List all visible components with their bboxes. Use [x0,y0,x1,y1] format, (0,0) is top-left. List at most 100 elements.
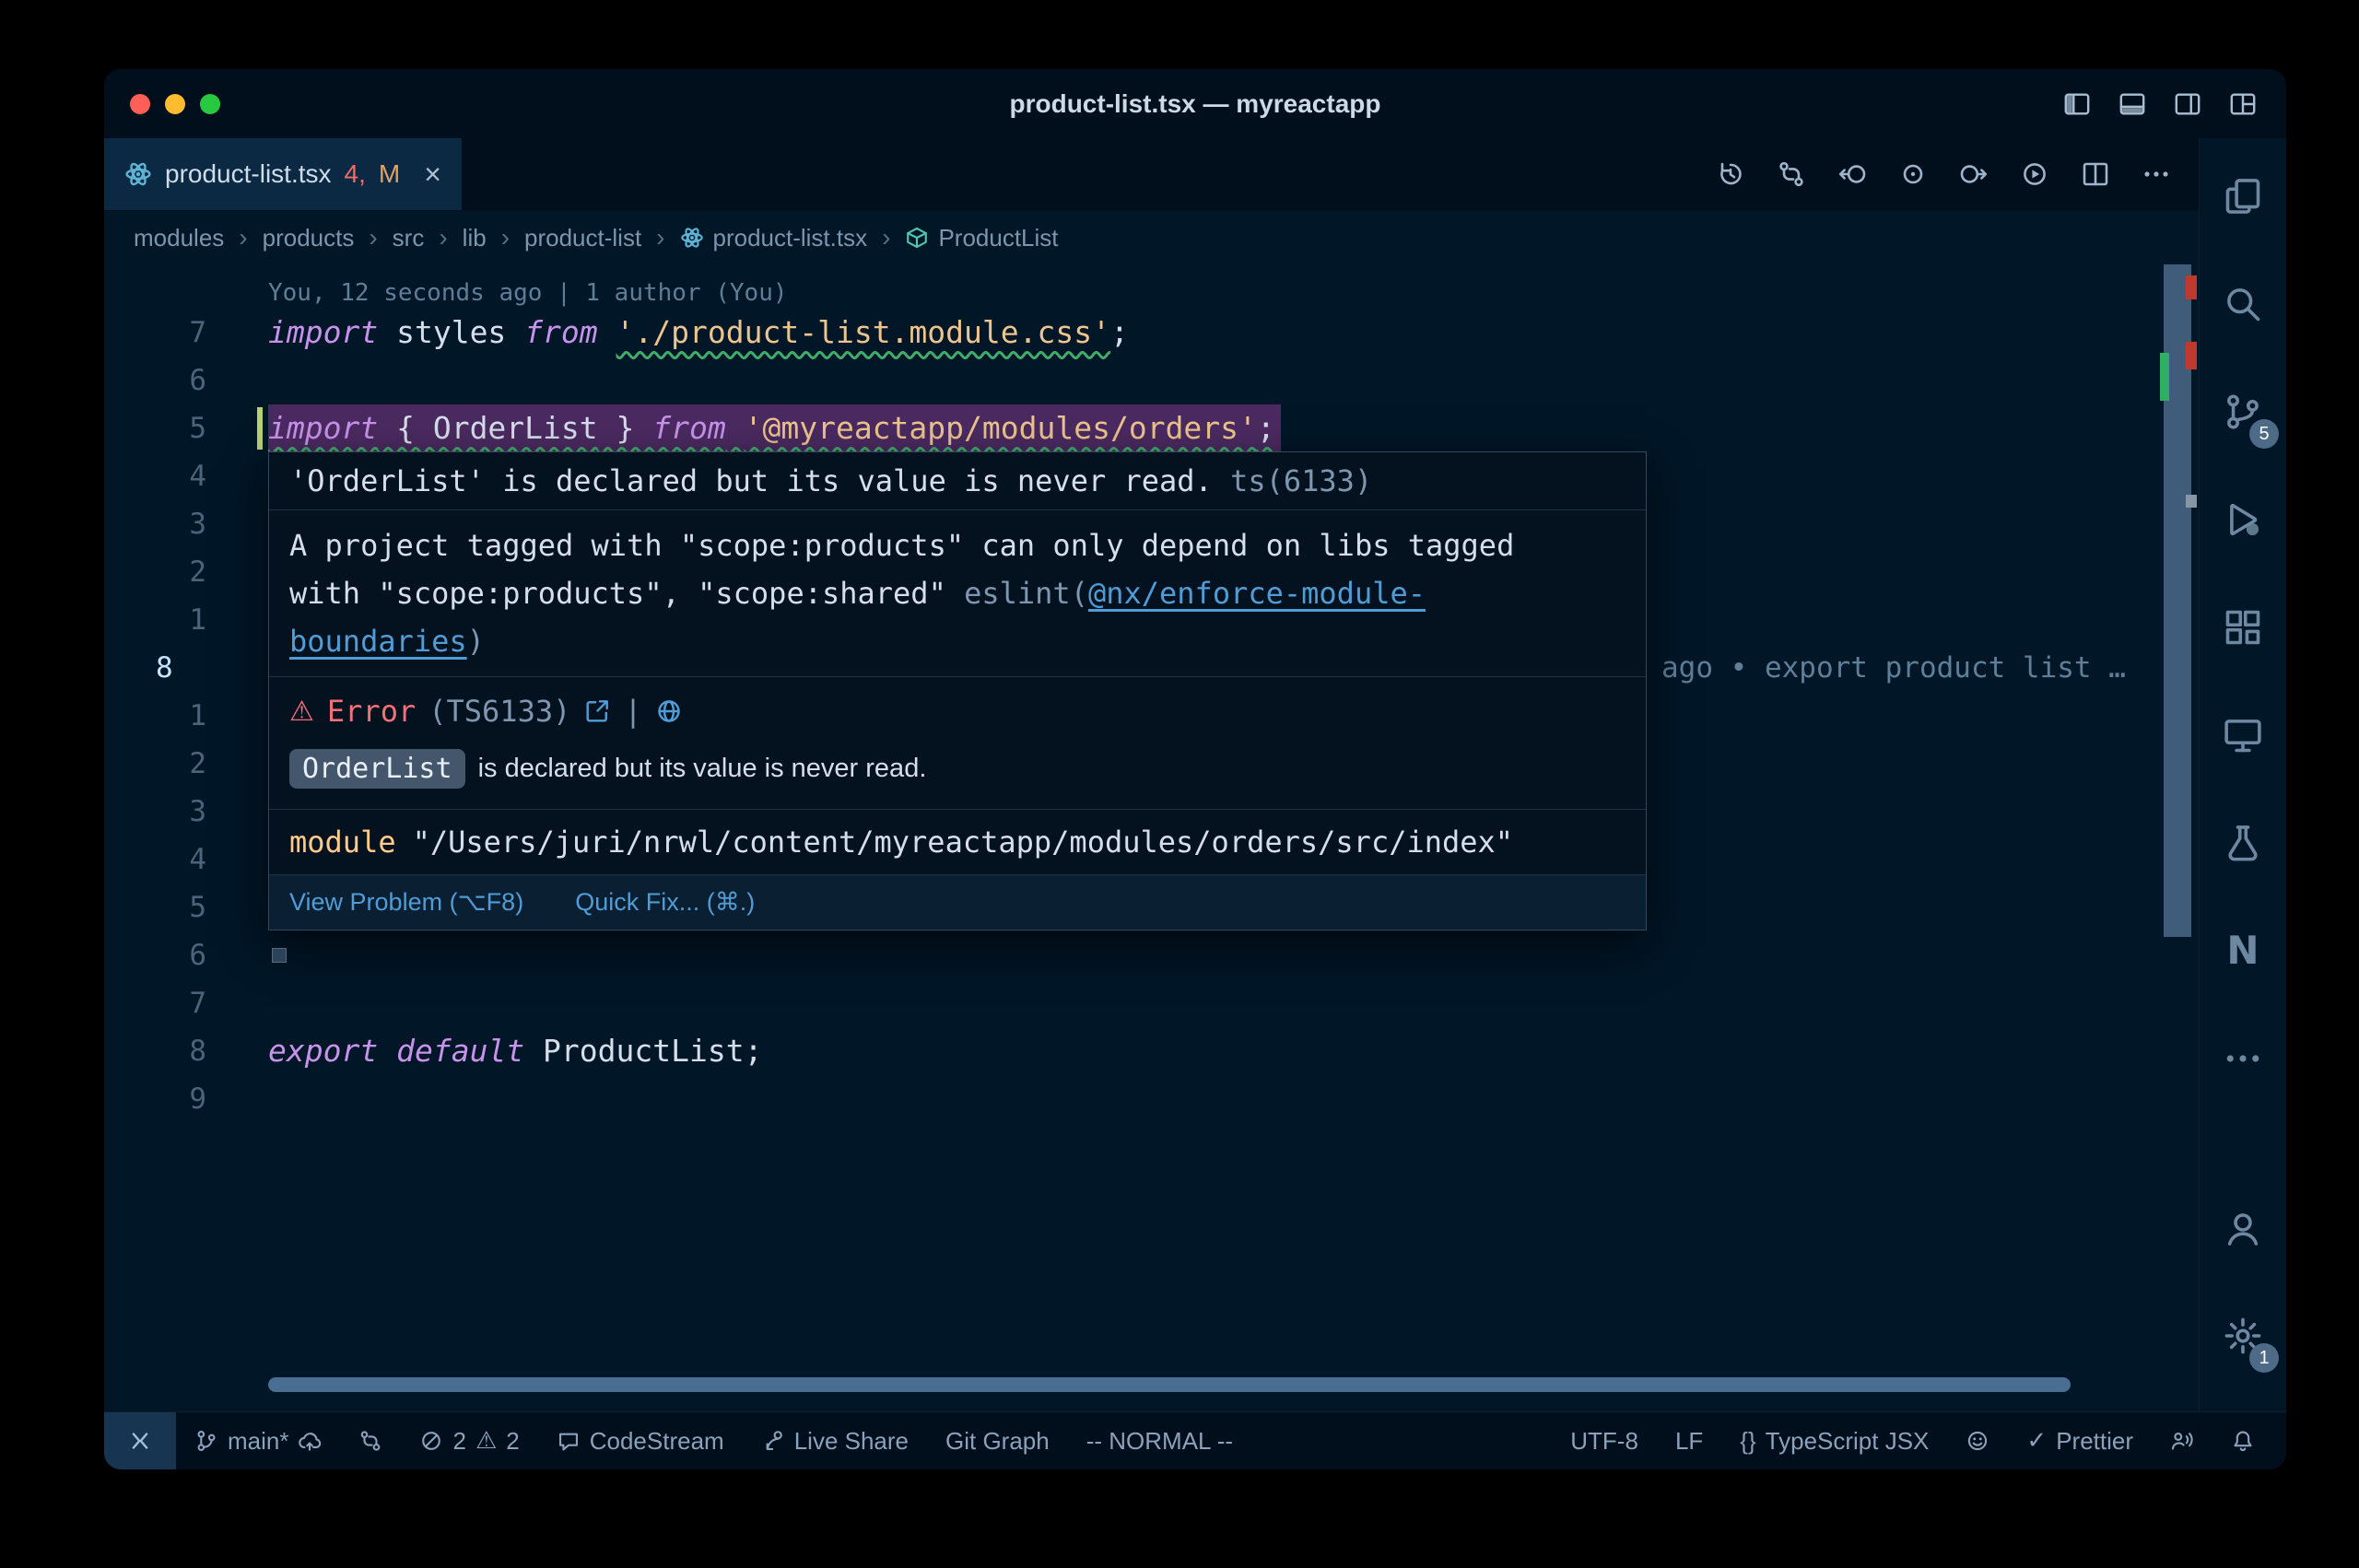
line-number[interactable]: 3 [104,500,261,548]
code-row[interactable]: 7import styles from './product-list.modu… [104,309,2199,357]
split-editor-icon[interactable] [2081,159,2110,189]
feedback-smiley-item[interactable] [1947,1429,2008,1453]
line-number[interactable]: 9 [104,1075,261,1123]
timeline-history-icon[interactable] [1716,159,1745,189]
nx-rule-link[interactable]: @nx/enforce-module- [1088,576,1426,611]
language-mode-item[interactable]: {} TypeScript JSX [1721,1427,1947,1456]
tab-modified-badge: M [379,159,400,189]
open-change-icon[interactable] [1898,159,1928,189]
codestream-item[interactable]: CodeStream [538,1427,743,1456]
breadcrumb-lib[interactable]: lib [463,224,487,252]
tab-problem-count: 4, [345,159,366,189]
line-number[interactable]: 5 [104,404,261,452]
publish-changes-icon [298,1429,322,1453]
sidebar-item-search[interactable] [2200,250,2286,357]
code-row[interactable]: 8export default ProductList; [104,1027,2199,1075]
line-number[interactable]: 5 [104,883,261,931]
line-number[interactable]: 8 [104,1027,261,1075]
hover-error-detail: OrderList is declared but its value is n… [269,734,1646,809]
sidebar-item-remote-explorer[interactable] [2200,681,2286,789]
breadcrumb-product-list[interactable]: product-list [524,224,641,252]
code-row[interactable]: 7 [104,979,2199,1027]
breadcrumb-file[interactable]: product-list.tsx [680,224,868,252]
sidebar-item-more-views[interactable] [2200,1004,2286,1112]
problems-item[interactable]: 2 ⚠ 2 [401,1427,537,1456]
zoom-window-button[interactable] [200,94,220,114]
git-branch-item[interactable]: main* [176,1427,340,1456]
breadcrumb-src[interactable]: src [393,224,425,252]
line-number[interactable]: 1 [104,596,261,644]
code-editor[interactable]: You, 12 seconds ago | 1 author (You) 7im… [104,264,2199,1411]
run-file-icon[interactable] [2020,159,2049,189]
git-branch-icon [194,1429,218,1453]
breadcrumb-modules[interactable]: modules [134,224,224,252]
line-number[interactable]: 8 [104,644,261,692]
announcement-item[interactable] [2152,1429,2212,1453]
line-number[interactable]: 4 [104,452,261,500]
smiley-icon [1966,1429,1989,1453]
scm-badge: 5 [2249,419,2279,449]
code-row[interactable]: 6 [104,357,2199,404]
line-number[interactable]: 7 [104,979,261,1027]
activity-bar: 5 N 1 [2199,138,2286,1411]
nx-console-icon: N [2226,928,2259,973]
tab-close-icon[interactable]: × [424,159,441,189]
sidebar-item-testing[interactable] [2200,789,2286,896]
breadcrumb-products[interactable]: products [263,224,355,252]
globe-icon[interactable] [655,697,683,725]
previous-change-icon[interactable] [1837,159,1867,189]
line-number[interactable]: 3 [104,788,261,836]
toggle-panel-icon[interactable] [2118,90,2146,118]
tab-product-list[interactable]: product-list.tsx 4, M × [104,138,463,210]
remote-indicator[interactable] [104,1412,176,1469]
breadcrumb-symbol-productlist[interactable]: ProductList [905,224,1058,252]
error-label: Error [327,694,416,729]
notifications-item[interactable] [2212,1429,2273,1453]
compare-changes-icon[interactable] [1777,159,1806,189]
toggle-secondary-sidebar-icon[interactable] [2174,90,2201,118]
line-number[interactable]: 2 [104,548,261,596]
line-text[interactable]: import { OrderList } from '@myreactapp/m… [268,404,1281,452]
sidebar-item-account[interactable] [2200,1174,2286,1281]
sidebar-item-nx-console[interactable]: N [2200,896,2286,1004]
more-actions-icon[interactable] [2142,159,2171,189]
line-number[interactable]: 6 [104,357,261,404]
codelens-blame[interactable]: You, 12 seconds ago | 1 author (You) [104,264,2199,309]
sidebar-item-settings[interactable]: 1 [2200,1281,2286,1389]
sidebar-item-explorer[interactable] [2200,142,2286,250]
hover-ts-source: ts(6133) [1230,463,1372,498]
line-number[interactable]: 2 [104,740,261,788]
line-text[interactable]: export default ProductList; [268,1027,768,1075]
line-number[interactable]: 6 [104,931,261,979]
git-graph-item[interactable]: Git Graph [927,1427,1068,1456]
minimize-window-button[interactable] [165,94,185,114]
live-share-item[interactable]: Live Share [743,1427,927,1456]
sidebar-item-run-debug[interactable] [2200,465,2286,573]
quick-fix-link[interactable]: Quick Fix... (⌘.) [575,888,755,917]
sidebar-item-source-control[interactable]: 5 [2200,357,2286,465]
line-text[interactable]: import styles from './product-list.modul… [268,309,1134,357]
horizontal-scrollbar[interactable] [268,1377,2071,1392]
sidebar-item-extensions[interactable] [2200,573,2286,681]
customize-layout-icon[interactable] [2229,90,2257,118]
eol-item[interactable]: LF [1657,1427,1721,1456]
git-modified-gutter [257,407,263,450]
hover-resize-handle[interactable] [272,948,287,963]
line-number[interactable]: 7 [104,309,261,357]
breadcrumb: modules › products › src › lib › product… [104,211,2199,264]
toggle-primary-sidebar-icon[interactable] [2063,90,2091,118]
account-icon [2223,1208,2263,1248]
view-problem-link[interactable]: View Problem (⌥F8) [289,888,523,917]
close-window-button[interactable] [130,94,150,114]
line-number[interactable]: 1 [104,692,261,740]
external-link-icon[interactable] [583,697,611,725]
compare-item[interactable] [340,1429,401,1453]
line-number[interactable]: 4 [104,836,261,883]
code-row[interactable]: 6 [104,931,2199,979]
code-row[interactable]: 9 [104,1075,2199,1123]
prettier-item[interactable]: ✓ Prettier [2008,1427,2152,1456]
code-row[interactable]: 5import { OrderList } from '@myreactapp/… [104,404,2199,452]
next-change-icon[interactable] [1959,159,1989,189]
encoding-item[interactable]: UTF-8 [1552,1427,1657,1456]
nx-rule-link[interactable]: boundaries [289,624,467,659]
